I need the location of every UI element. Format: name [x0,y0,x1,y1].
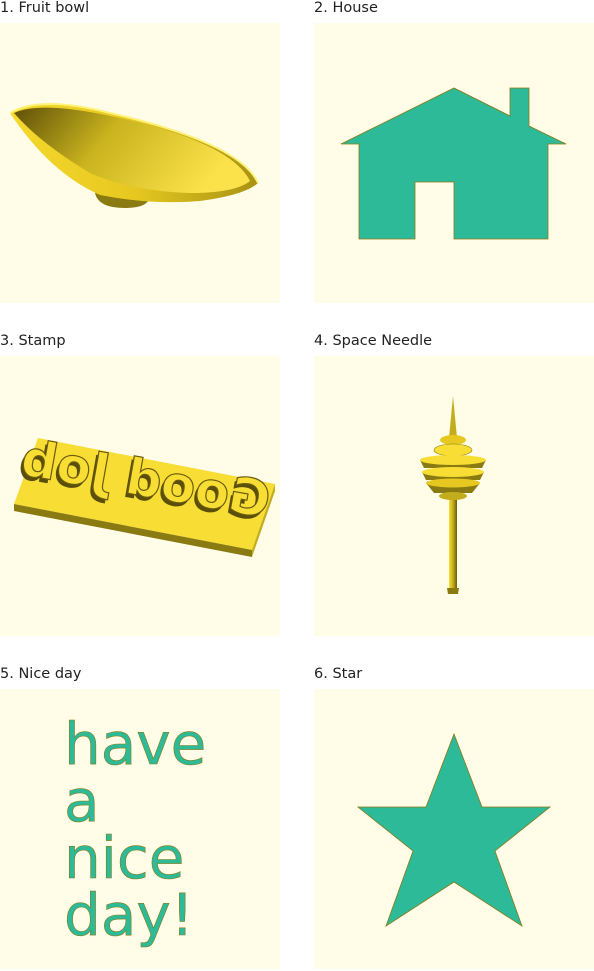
text-line: day! [64,881,194,949]
item-label: 2. House [314,0,378,16]
space-needle-icon [314,356,594,636]
fruit-bowl-icon [0,23,280,303]
item-label: 5. Nice day [0,666,82,682]
house-icon [314,23,594,303]
item-label: 3. Stamp [0,333,66,349]
render-panel: Good Job Good Job [0,356,280,636]
item-label: 4. Space Needle [314,333,433,349]
stamp-icon: Good Job Good Job [0,356,280,636]
render-panel [314,689,594,969]
render-panel [0,23,280,303]
item-label: 1. Fruit bowl [0,0,90,16]
item-label: 6. Star [314,666,363,682]
render-panel [314,356,594,636]
nice-day-text: have a nice day! [0,689,280,969]
star-icon [314,689,594,969]
render-panel [314,23,594,303]
render-panel: have a nice day! [0,689,280,969]
